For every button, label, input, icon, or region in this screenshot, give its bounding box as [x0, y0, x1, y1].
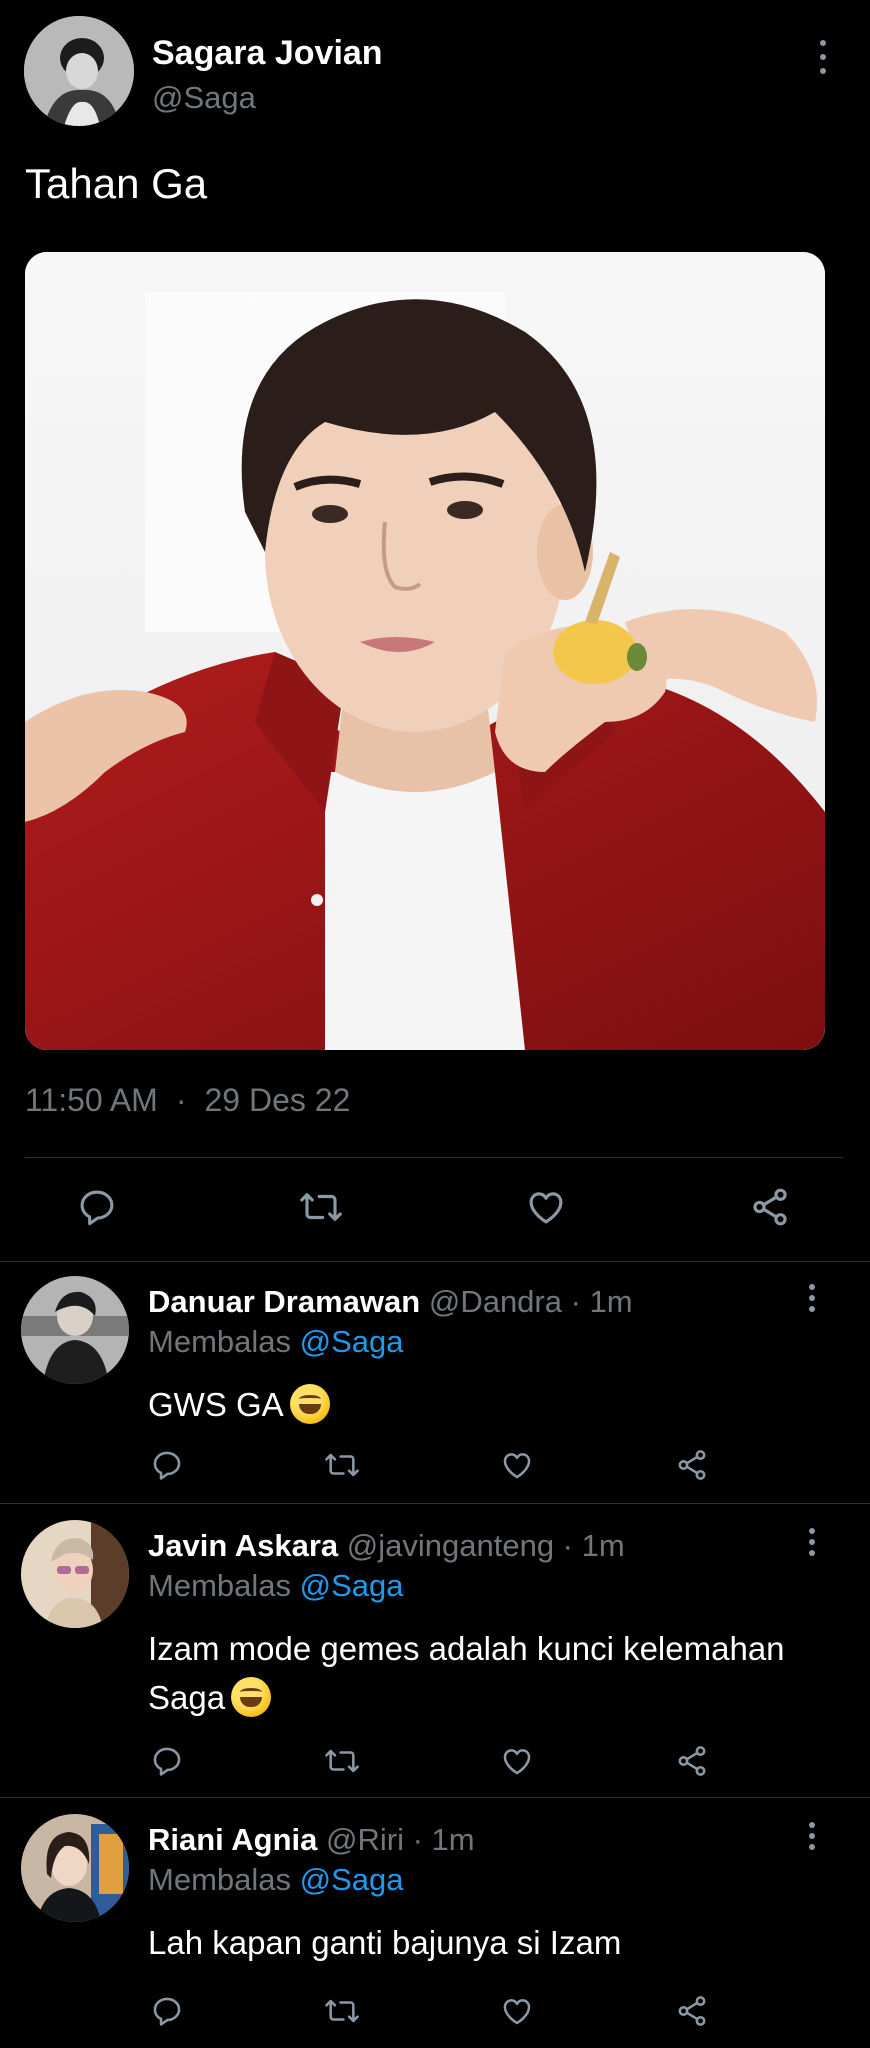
- reply-author-name[interactable]: Danuar Dramawan: [148, 1284, 420, 1319]
- reply-icon[interactable]: [150, 1994, 184, 2028]
- tweet-date: 29 Des 22: [204, 1082, 351, 1118]
- like-icon[interactable]: [499, 1994, 535, 2028]
- avatar-image: [21, 1814, 129, 1922]
- reply-item[interactable]: Javin Askara @javinganteng · 1m Membalas…: [0, 1504, 870, 1796]
- mention-link[interactable]: @Saga: [300, 1324, 404, 1359]
- reply-button[interactable]: [76, 1186, 118, 1228]
- more-icon[interactable]: [806, 1528, 818, 1556]
- reply-meta: @Dandra · 1m: [428, 1284, 633, 1319]
- avatar-image: [21, 1276, 129, 1384]
- tweet-text: Tahan Ga: [25, 160, 208, 207]
- retweet-icon: [300, 1193, 342, 1221]
- reply-icon[interactable]: [150, 1744, 184, 1778]
- reply-icon: [80, 1190, 114, 1226]
- like-icon[interactable]: [499, 1744, 535, 1778]
- reply-text-block: Izam mode gemes adalah kunci kelemahan S…: [148, 1624, 828, 1722]
- avatar[interactable]: [24, 16, 134, 126]
- divider: [25, 1157, 843, 1158]
- reply-header: Danuar Dramawan @Dandra · 1m: [148, 1284, 633, 1320]
- photo-illustration: [25, 252, 825, 1050]
- tweet-photo[interactable]: [25, 252, 825, 1050]
- reply-actions: [150, 1994, 710, 2028]
- reply-text: GWS GA: [148, 1386, 284, 1423]
- reply-header: Javin Askara @javinganteng · 1m: [148, 1528, 625, 1564]
- share-icon[interactable]: [674, 1994, 710, 2028]
- avatar[interactable]: [21, 1276, 129, 1384]
- share-icon[interactable]: [674, 1744, 710, 1778]
- replying-prefix: Membalas: [148, 1324, 300, 1359]
- grinning-squinting-face-icon: [231, 1677, 272, 1717]
- share-button[interactable]: [748, 1186, 792, 1228]
- avatar-image: [24, 16, 134, 126]
- retweet-icon[interactable]: [323, 1448, 361, 1482]
- replying-to: Membalas @Saga: [148, 1568, 403, 1604]
- more-icon[interactable]: [806, 1284, 818, 1312]
- like-button[interactable]: [524, 1186, 568, 1228]
- tweet-header: Sagara Jovian @Saga: [24, 16, 846, 126]
- reply-text: Lah kapan ganti bajunya si Izam: [148, 1924, 622, 1961]
- more-icon[interactable]: [806, 1822, 818, 1850]
- like-icon[interactable]: [499, 1448, 535, 1482]
- mention-link[interactable]: @Saga: [300, 1568, 404, 1603]
- reply-header: Riani Agnia @Riri · 1m: [148, 1822, 475, 1858]
- share-icon[interactable]: [674, 1448, 710, 1482]
- retweet-button[interactable]: [298, 1186, 344, 1228]
- rolling-on-floor-laughing-icon: [289, 1384, 330, 1424]
- reply-item[interactable]: Riani Agnia @Riri · 1m Membalas @Saga La…: [0, 1798, 870, 2048]
- tweet-time: 11:50 AM: [25, 1082, 158, 1118]
- reply-meta: @javinganteng · 1m: [346, 1528, 625, 1563]
- author-handle[interactable]: @Saga: [152, 80, 256, 116]
- avatar-image: [21, 1520, 129, 1628]
- reply-item[interactable]: Danuar Dramawan @Dandra · 1m Membalas @S…: [0, 1262, 870, 1502]
- reply-actions: [150, 1744, 710, 1778]
- retweet-icon[interactable]: [323, 1744, 361, 1778]
- like-icon: [529, 1192, 563, 1224]
- reply-text-block: GWS GA: [148, 1380, 828, 1429]
- tweet-actions: [76, 1186, 792, 1228]
- replying-prefix: Membalas: [148, 1568, 300, 1603]
- reply-actions: [150, 1448, 710, 1482]
- more-icon[interactable]: [817, 40, 829, 74]
- replying-to: Membalas @Saga: [148, 1324, 403, 1360]
- replying-to: Membalas @Saga: [148, 1862, 403, 1898]
- retweet-icon[interactable]: [323, 1994, 361, 2028]
- share-icon: [753, 1188, 787, 1226]
- author-name[interactable]: Sagara Jovian: [152, 34, 383, 73]
- replying-prefix: Membalas: [148, 1862, 300, 1897]
- tweet-detail-page: Sagara Jovian @Saga Tahan Ga 11:50 AM · …: [0, 0, 870, 2048]
- reply-meta: @Riri · 1m: [326, 1822, 475, 1857]
- mention-link[interactable]: @Saga: [300, 1862, 404, 1897]
- avatar[interactable]: [21, 1814, 129, 1922]
- tweet-timestamp[interactable]: 11:50 AM · 29 Des 22: [25, 1082, 350, 1119]
- avatar[interactable]: [21, 1520, 129, 1628]
- timestamp-separator: ·: [175, 1082, 187, 1118]
- reply-icon[interactable]: [150, 1448, 184, 1482]
- reply-author-name[interactable]: Riani Agnia: [148, 1822, 317, 1857]
- reply-text-block: Lah kapan ganti bajunya si Izam: [148, 1918, 828, 1967]
- reply-author-name[interactable]: Javin Askara: [148, 1528, 338, 1563]
